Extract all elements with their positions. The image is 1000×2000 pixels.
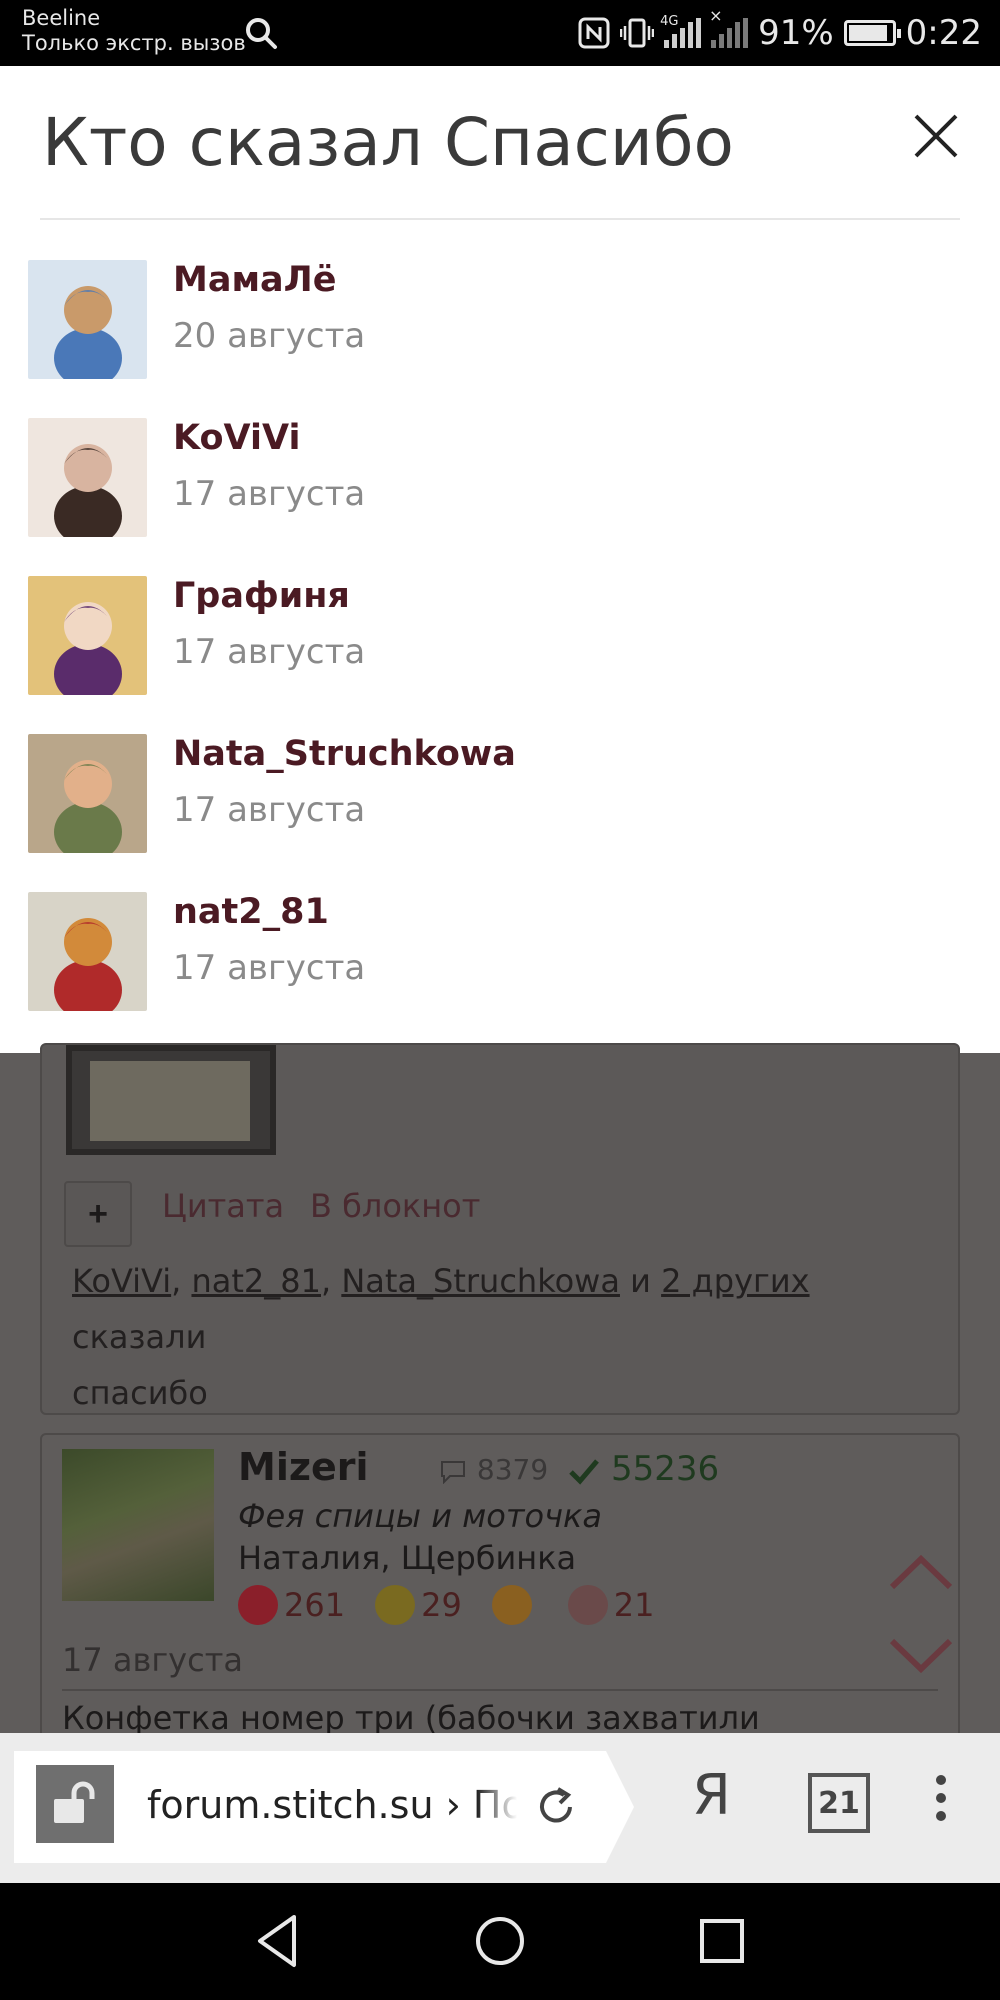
attachment-thumbnail[interactable] <box>66 1045 276 1155</box>
user-list-item[interactable]: KoViVi 17 августа <box>0 418 1000 538</box>
modal-divider <box>40 218 960 220</box>
user-avatar[interactable] <box>28 418 147 537</box>
user-list-item[interactable]: nat2_81 17 августа <box>0 892 1000 1012</box>
badge[interactable] <box>491 1585 538 1625</box>
author-badges: 261 29 21 <box>238 1585 655 1625</box>
checks-stat: 55236 <box>568 1449 719 1489</box>
author-name[interactable]: Mizeri <box>238 1445 369 1489</box>
address-bar[interactable]: forum.stitch.su › По <box>14 1751 634 1863</box>
thanks-date: 17 августа <box>173 632 366 672</box>
badge-count: 21 <box>613 1586 655 1624</box>
badge[interactable]: 21 <box>567 1585 655 1625</box>
yarn-badge-icon <box>567 1585 608 1625</box>
post-date: 17 августа <box>62 1641 243 1679</box>
thanks-others-link[interactable]: 2 других <box>661 1262 809 1300</box>
vibrate-icon <box>620 18 655 48</box>
url-text[interactable]: forum.stitch.su › По <box>147 1783 517 1827</box>
browser-toolbar: forum.stitch.su › По Я 21 <box>0 1733 1000 1883</box>
status-bar: Beeline Только экстр. вызов 4G × 91% 0:2… <box>0 0 1000 66</box>
comments-stat: 8379 <box>438 1453 548 1486</box>
checks-count: 55236 <box>610 1449 720 1489</box>
recents-icon[interactable] <box>690 1909 754 1973</box>
user-list-item[interactable]: Nata_Struchkowa 17 августа <box>0 734 1000 854</box>
battery-percent: 91% <box>758 13 834 53</box>
thanks-said-text: сказали <box>72 1318 207 1356</box>
signal-icon: 4G <box>660 14 702 48</box>
user-name[interactable]: Nata_Struchkowa <box>173 734 516 774</box>
user-avatar[interactable] <box>28 892 147 1011</box>
badge-count: 261 <box>284 1586 346 1624</box>
separator: , <box>320 1262 342 1300</box>
bag-badge-icon <box>491 1585 532 1625</box>
menu-icon[interactable] <box>936 1775 948 1829</box>
badge[interactable]: 29 <box>375 1585 462 1625</box>
post-divider <box>62 1689 938 1691</box>
heart-badge-icon <box>238 1585 278 1625</box>
thanks-date: 17 августа <box>173 790 366 830</box>
close-icon[interactable] <box>910 110 962 162</box>
post-card: Mizeri 8379 55236 Фея спицы и моточка На… <box>40 1433 960 1753</box>
conjunction: и <box>619 1262 662 1300</box>
user-avatar[interactable] <box>28 260 147 379</box>
home-icon[interactable] <box>468 1909 532 1973</box>
user-list-item[interactable]: МамаЛё 20 августа <box>0 260 1000 380</box>
user-avatar[interactable] <box>28 576 147 695</box>
carrier-name: Beeline <box>22 6 101 30</box>
badge[interactable]: 261 <box>238 1585 345 1625</box>
user-avatar[interactable] <box>28 734 147 853</box>
scissors-badge-icon <box>375 1585 416 1625</box>
battery-icon <box>843 20 901 46</box>
back-icon[interactable] <box>248 1909 312 1973</box>
thanks-summary: KoViVi, nat2_81, Nata_Struchkowa и 2 дру… <box>72 1253 932 1421</box>
author-title: Фея спицы и моточка <box>238 1497 602 1535</box>
thanks-date: 17 августа <box>173 948 366 988</box>
user-name[interactable]: МамаЛё <box>173 260 336 300</box>
carrier-info: Beeline Только экстр. вызов <box>22 6 246 56</box>
user-name[interactable]: KoViVi <box>173 418 301 458</box>
system-nav-bar <box>0 1883 1000 2000</box>
carrier-note: Только экстр. вызов <box>22 31 246 55</box>
scroll-down-icon[interactable] <box>886 1635 956 1675</box>
user-name[interactable]: nat2_81 <box>173 892 329 932</box>
thanks-user-link[interactable]: Nata_Struchkowa <box>341 1262 620 1300</box>
lock-icon[interactable] <box>36 1765 114 1843</box>
comments-count: 8379 <box>476 1452 549 1486</box>
clock: 0:22 <box>905 13 982 53</box>
plus-button[interactable]: + <box>64 1181 132 1247</box>
thanks-date: 20 августа <box>173 316 366 356</box>
nfc-icon <box>578 17 610 49</box>
background-page: + Цитата В блокнот KoViVi, nat2_81, Nata… <box>0 1043 1000 1753</box>
thanks-date: 17 августа <box>173 474 366 514</box>
notebook-link[interactable]: В блокнот <box>310 1187 480 1225</box>
user-list-item[interactable]: Графиня 17 августа <box>0 576 1000 696</box>
author-location: Наталия, Щербинка <box>238 1539 577 1577</box>
post-text: Конфетка номер три (бабочки захватили <box>62 1699 760 1737</box>
network-type: 4G <box>660 14 679 29</box>
user-name[interactable]: Графиня <box>173 576 350 616</box>
search-icon <box>246 18 277 49</box>
scroll-up-icon[interactable] <box>886 1553 956 1593</box>
check-icon <box>569 1458 600 1485</box>
no-signal-icon: × <box>709 6 749 48</box>
thanks-user-link[interactable]: KoViVi <box>72 1262 171 1300</box>
separator: , <box>171 1262 192 1300</box>
thanks-modal: Кто сказал Спасибо МамаЛё 20 августа KoViV… <box>0 66 1000 1053</box>
reload-icon[interactable] <box>534 1785 578 1829</box>
post-card-previous: + Цитата В блокнот KoViVi, nat2_81, Nata… <box>40 1043 960 1415</box>
thanks-word: спасибо <box>72 1374 208 1412</box>
thanks-user-link[interactable]: nat2_81 <box>191 1262 321 1300</box>
tabs-icon[interactable]: 21 <box>808 1773 870 1833</box>
comment-icon <box>441 1460 465 1484</box>
badge-count: 29 <box>421 1586 462 1624</box>
quote-link[interactable]: Цитата <box>162 1187 284 1225</box>
author-avatar[interactable] <box>62 1449 214 1601</box>
yandex-icon[interactable]: Я <box>692 1763 731 1828</box>
modal-title: Кто сказал Спасибо <box>42 104 734 181</box>
